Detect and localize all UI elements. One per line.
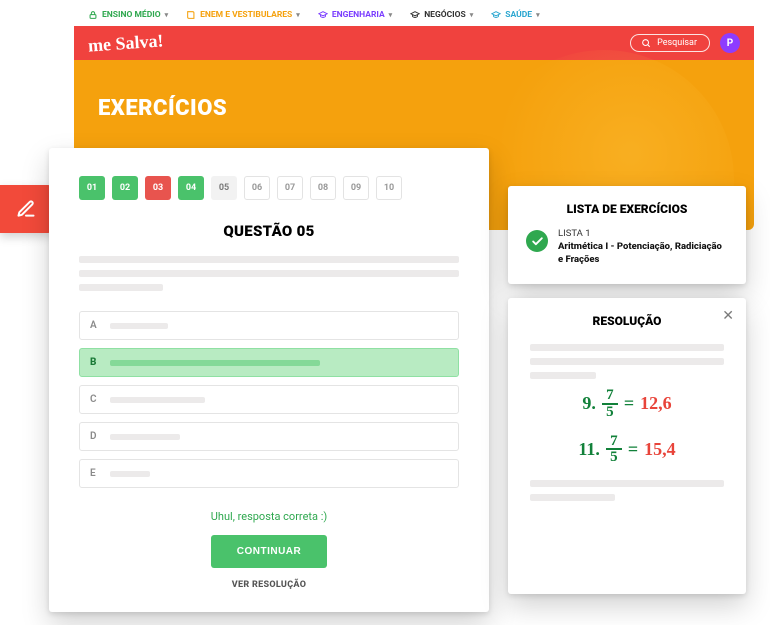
answer-text-placeholder: [110, 434, 180, 440]
answer-list: A B C D E: [79, 311, 459, 488]
search-placeholder: Pesquisar: [657, 38, 697, 48]
answer-c[interactable]: C: [79, 385, 459, 414]
search-input[interactable]: Pesquisar: [630, 34, 710, 52]
exercise-card: 01 02 03 04 05 06 07 08 09 10 QUESTÃO 05…: [49, 148, 489, 612]
list-label: LISTA 1: [558, 228, 728, 241]
chevron-down-icon: ▾: [389, 11, 393, 19]
answer-b[interactable]: B: [79, 348, 459, 377]
answer-letter: B: [90, 357, 100, 368]
check-circle-icon: [526, 230, 548, 252]
grad-cap-icon: [318, 10, 328, 20]
chevron-down-icon: ▾: [296, 11, 300, 19]
question-pill-05[interactable]: 05: [211, 176, 237, 200]
answer-letter: E: [90, 468, 100, 479]
exercise-list-card: LISTA DE EXERCÍCIOS LISTA 1 Aritmética I…: [508, 186, 746, 284]
nav-label: NEGÓCIOS: [424, 10, 466, 20]
question-pill-07[interactable]: 07: [277, 176, 303, 200]
header-right: Pesquisar P: [630, 33, 740, 53]
grad-cap-icon: [491, 10, 501, 20]
question-pill-10[interactable]: 10: [376, 176, 402, 200]
answer-letter: A: [90, 320, 100, 331]
answer-letter: C: [90, 394, 100, 405]
list-item-meta: LISTA 1 Aritmética I - Potenciação, Radi…: [558, 228, 728, 266]
grad-cap-icon: [410, 10, 420, 20]
nav-label: ENSINO MÉDIO: [102, 10, 161, 20]
answer-a[interactable]: A: [79, 311, 459, 340]
answer-text-placeholder: [110, 397, 205, 403]
pencil-icon: [16, 199, 36, 219]
nav-saude[interactable]: SAÚDE ▾: [491, 10, 539, 20]
logo[interactable]: me Salva!: [87, 30, 164, 56]
lock-icon: [88, 10, 98, 20]
continue-button[interactable]: CONTINUAR: [211, 535, 328, 568]
search-icon: [641, 38, 651, 48]
question-pill-02[interactable]: 02: [112, 176, 138, 200]
nav-label: SAÚDE: [505, 10, 532, 20]
answer-text-placeholder: [110, 360, 320, 366]
list-name: Aritmética I - Potenciação, Radiciação e…: [558, 241, 728, 267]
nav-label: ENEM E VESTIBULARES: [200, 10, 292, 20]
see-resolution-link[interactable]: VER RESOLUÇÃO: [79, 580, 459, 590]
page-title: EXERCÍCIOS: [98, 96, 730, 121]
resolution-line-2: 11. 7 5 = 15,4: [526, 435, 728, 465]
answer-d[interactable]: D: [79, 422, 459, 451]
edit-fab[interactable]: [0, 185, 52, 233]
question-pill-09[interactable]: 09: [343, 176, 369, 200]
question-pill-04[interactable]: 04: [178, 176, 204, 200]
answer-text-placeholder: [110, 323, 168, 329]
chevron-down-icon: ▾: [165, 11, 169, 19]
answer-letter: D: [90, 431, 100, 442]
header-bar: me Salva! Pesquisar P: [74, 26, 754, 60]
resolution-card: ✕ RESOLUÇÃO 9. 7 5 = 12,6 11. 7 5 = 15,4: [508, 298, 746, 594]
nav-ensino-medio[interactable]: ENSINO MÉDIO ▾: [88, 10, 168, 20]
resolution-line-1: 9. 7 5 = 12,6: [526, 389, 728, 419]
question-title: QUESTÃO 05: [79, 222, 459, 240]
nav-engenharia[interactable]: ENGENHARIA ▾: [318, 10, 392, 20]
list-item[interactable]: LISTA 1 Aritmética I - Potenciação, Radi…: [526, 228, 728, 266]
resolution-text-placeholder: [526, 344, 728, 379]
resolution-text-placeholder: [526, 480, 728, 501]
feedback-text: Uhul, resposta correta :): [79, 510, 459, 523]
question-pill-03[interactable]: 03: [145, 176, 171, 200]
question-pill-01[interactable]: 01: [79, 176, 105, 200]
nav-enem[interactable]: ENEM E VESTIBULARES ▾: [186, 10, 300, 20]
chevron-down-icon: ▾: [536, 11, 540, 19]
list-panel-heading: LISTA DE EXERCÍCIOS: [526, 202, 728, 216]
question-pill-08[interactable]: 08: [310, 176, 336, 200]
answer-text-placeholder: [110, 471, 150, 477]
answer-e[interactable]: E: [79, 459, 459, 488]
question-body-placeholder: [79, 256, 459, 291]
nav-negocios[interactable]: NEGÓCIOS ▾: [410, 10, 473, 20]
question-pill-06[interactable]: 06: [244, 176, 270, 200]
book-icon: [186, 10, 196, 20]
nav-label: ENGENHARIA: [332, 10, 385, 20]
chevron-down-icon: ▾: [470, 11, 474, 19]
avatar-initial: P: [727, 38, 733, 49]
category-nav: ENSINO MÉDIO ▾ ENEM E VESTIBULARES ▾ ENG…: [74, 4, 754, 26]
avatar[interactable]: P: [720, 33, 740, 53]
question-nav: 01 02 03 04 05 06 07 08 09 10: [79, 176, 459, 200]
resolution-heading: RESOLUÇÃO: [526, 314, 728, 328]
close-icon[interactable]: ✕: [722, 308, 734, 324]
